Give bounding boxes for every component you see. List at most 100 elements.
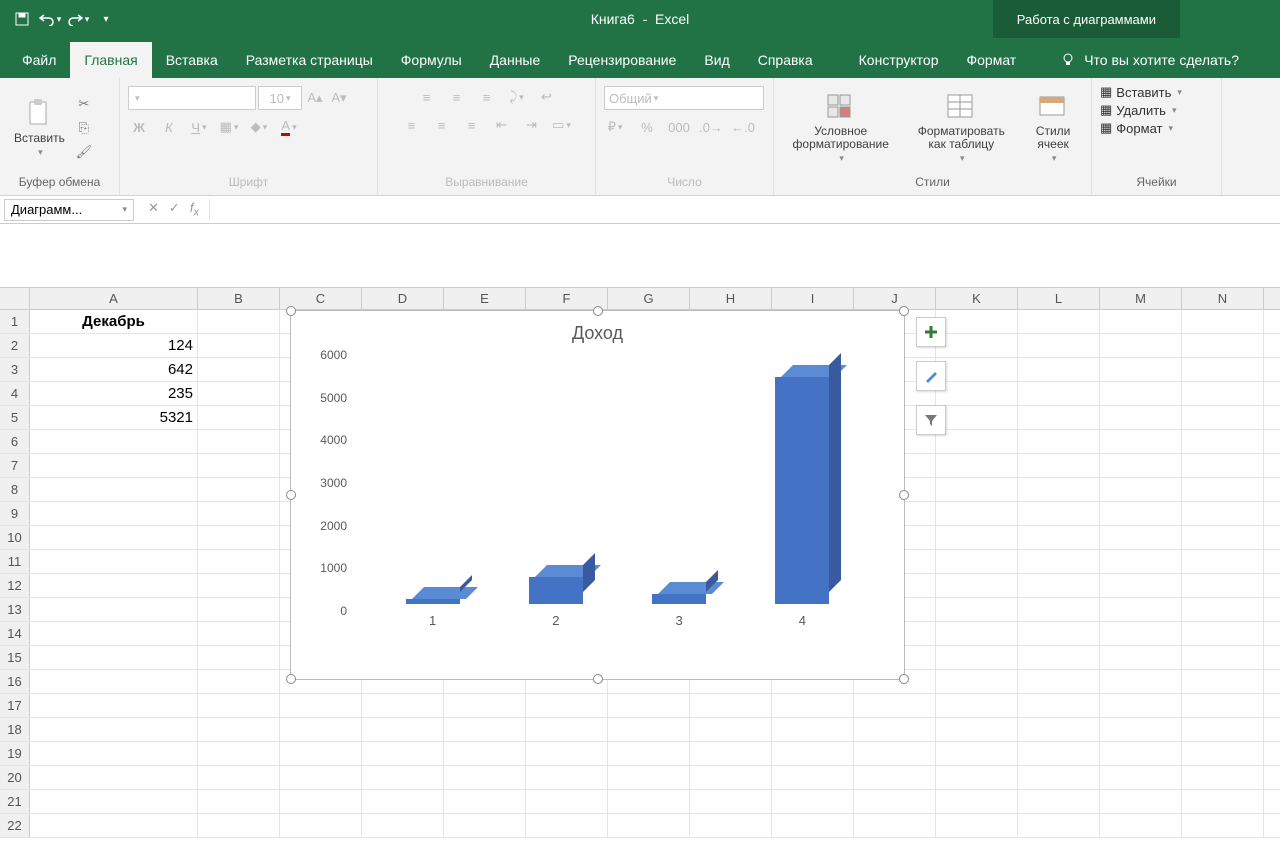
cell[interactable]	[198, 622, 280, 645]
col-header-E[interactable]: E	[444, 288, 526, 309]
cell[interactable]	[1018, 502, 1100, 525]
cell[interactable]	[936, 718, 1018, 741]
resize-handle[interactable]	[899, 306, 909, 316]
resize-handle[interactable]	[286, 674, 296, 684]
cell[interactable]	[1182, 814, 1264, 837]
cell[interactable]	[1100, 478, 1182, 501]
tab-review[interactable]: Рецензирование	[554, 42, 690, 78]
bold-button[interactable]: Ж	[128, 116, 150, 138]
format-cells-button[interactable]: ▦Формат▾	[1100, 120, 1173, 136]
decrease-font-icon[interactable]: A▾	[328, 87, 350, 109]
cell[interactable]	[772, 814, 854, 837]
col-header-M[interactable]: M	[1100, 288, 1182, 309]
tab-file[interactable]: Файл	[8, 42, 70, 78]
cell[interactable]	[1018, 310, 1100, 333]
cell[interactable]	[526, 790, 608, 813]
cell[interactable]	[936, 814, 1018, 837]
row-header[interactable]: 5	[0, 406, 30, 429]
name-box[interactable]: Диаграмм...▾	[4, 199, 134, 221]
cell[interactable]	[526, 718, 608, 741]
row-header[interactable]: 22	[0, 814, 30, 837]
row-header[interactable]: 9	[0, 502, 30, 525]
cell[interactable]	[198, 406, 280, 429]
decrease-decimal-icon[interactable]: ←.0	[732, 116, 754, 138]
cell[interactable]	[1100, 814, 1182, 837]
cell[interactable]	[936, 478, 1018, 501]
cell[interactable]	[1100, 718, 1182, 741]
cell[interactable]	[198, 646, 280, 669]
increase-font-icon[interactable]: A▴	[304, 87, 326, 109]
cell[interactable]	[280, 814, 362, 837]
cell[interactable]	[30, 766, 198, 789]
cell[interactable]	[1100, 358, 1182, 381]
comma-icon[interactable]: 000	[668, 116, 690, 138]
align-right-icon[interactable]: ≡	[461, 114, 483, 136]
cell[interactable]	[280, 742, 362, 765]
cell[interactable]	[772, 742, 854, 765]
cell[interactable]	[362, 814, 444, 837]
cell[interactable]	[936, 430, 1018, 453]
redo-button[interactable]: ▾	[66, 7, 90, 31]
plot-area[interactable]: 0100020003000400050006000 1234	[351, 348, 884, 628]
cell[interactable]	[936, 670, 1018, 693]
row-header[interactable]: 8	[0, 478, 30, 501]
col-header-G[interactable]: G	[608, 288, 690, 309]
chart-object[interactable]: Доход 0100020003000400050006000 1234	[290, 310, 905, 680]
col-header-D[interactable]: D	[362, 288, 444, 309]
cell[interactable]	[30, 646, 198, 669]
cell[interactable]	[30, 478, 198, 501]
cell[interactable]	[936, 742, 1018, 765]
cell[interactable]	[198, 358, 280, 381]
cell[interactable]	[280, 694, 362, 717]
cell[interactable]	[30, 670, 198, 693]
cell[interactable]	[1182, 790, 1264, 813]
decrease-indent-icon[interactable]: ⇤	[491, 114, 513, 136]
cell[interactable]	[1182, 406, 1264, 429]
cell[interactable]	[30, 814, 198, 837]
cell[interactable]	[772, 790, 854, 813]
cell[interactable]	[608, 694, 690, 717]
number-format-select[interactable]: Общий▾	[604, 86, 764, 110]
cell[interactable]	[854, 790, 936, 813]
cell[interactable]	[198, 742, 280, 765]
cell[interactable]	[1018, 694, 1100, 717]
cell[interactable]	[936, 382, 1018, 405]
cell[interactable]	[936, 646, 1018, 669]
cell[interactable]	[1182, 430, 1264, 453]
chart-bar[interactable]	[775, 377, 829, 604]
underline-button[interactable]: Ч▾	[188, 116, 210, 138]
cell[interactable]	[936, 550, 1018, 573]
cell[interactable]	[30, 790, 198, 813]
cell[interactable]	[30, 694, 198, 717]
cell[interactable]	[1182, 718, 1264, 741]
cell[interactable]	[1182, 694, 1264, 717]
cell[interactable]	[1100, 382, 1182, 405]
cell[interactable]	[1100, 694, 1182, 717]
cell[interactable]	[1182, 454, 1264, 477]
cell[interactable]	[1182, 526, 1264, 549]
tab-data[interactable]: Данные	[476, 42, 555, 78]
cell[interactable]	[854, 694, 936, 717]
borders-button[interactable]: ▦▾	[218, 116, 240, 138]
row-header[interactable]: 6	[0, 430, 30, 453]
cell[interactable]	[608, 742, 690, 765]
cell[interactable]	[30, 502, 198, 525]
cell[interactable]	[198, 430, 280, 453]
cell[interactable]	[772, 718, 854, 741]
cell[interactable]	[1018, 406, 1100, 429]
cell[interactable]	[526, 766, 608, 789]
cell[interactable]	[30, 550, 198, 573]
cell[interactable]	[1018, 358, 1100, 381]
undo-button[interactable]: ▾	[38, 7, 62, 31]
copy-button[interactable]: ⎘	[73, 117, 95, 139]
percent-icon[interactable]: %	[636, 116, 658, 138]
cell[interactable]	[1018, 430, 1100, 453]
italic-button[interactable]: К	[158, 116, 180, 138]
cell[interactable]	[854, 766, 936, 789]
font-name-select[interactable]: ▾	[128, 86, 256, 110]
cell[interactable]	[854, 718, 936, 741]
cell[interactable]	[936, 694, 1018, 717]
format-as-table-button[interactable]: Форматировать как таблицу▾	[901, 89, 1021, 166]
cell[interactable]	[526, 742, 608, 765]
cell[interactable]	[444, 814, 526, 837]
